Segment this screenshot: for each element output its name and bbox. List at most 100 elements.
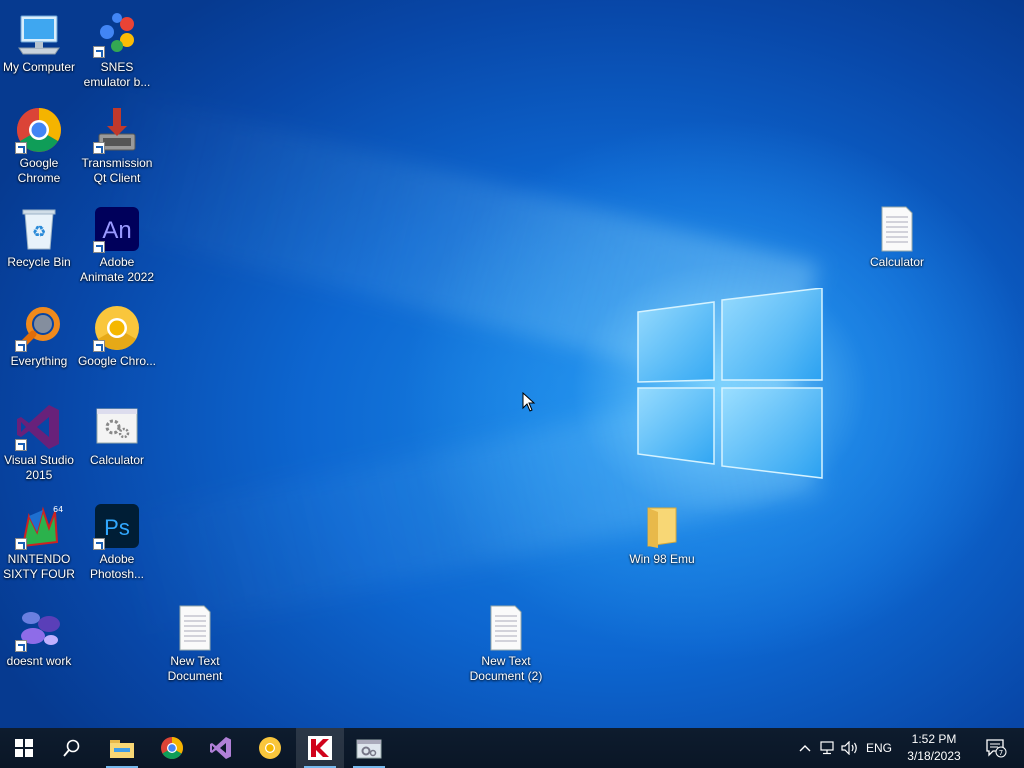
notification-count: 7 — [999, 749, 1003, 757]
adobe-photoshop-icon: Ps — [93, 502, 141, 550]
shortcut-arrow-icon — [15, 640, 27, 652]
kaspersky-icon — [308, 736, 332, 760]
folder-icon — [638, 502, 686, 550]
animate-glyph: An — [102, 217, 131, 244]
computer-icon — [15, 10, 63, 58]
shortcut-arrow-icon — [15, 538, 27, 550]
app-window-icon — [356, 739, 382, 759]
taskbar-chrome-canary[interactable] — [246, 728, 294, 768]
shortcut-arrow-icon — [15, 142, 27, 154]
show-hidden-icons-button[interactable] — [794, 728, 816, 768]
volume-control[interactable] — [838, 728, 862, 768]
search-icon — [63, 739, 80, 757]
transmission-icon — [93, 106, 141, 154]
desktop-icon-adobe-photoshop[interactable]: Ps Adobe Photosh... — [77, 502, 157, 582]
desktop-icon-doesnt-work[interactable]: doesnt work — [0, 604, 79, 669]
system-tray: ENG 1:52 PM 3/18/2023 7 — [794, 728, 1024, 768]
input-language[interactable]: ENG — [862, 728, 896, 768]
desktop-icon-adobe-animate[interactable]: An Adobe Animate 2022 — [77, 205, 157, 285]
desktop-icon-win98-emu[interactable]: Win 98 Emu — [622, 502, 702, 567]
taskbar-app-window[interactable] — [345, 728, 393, 768]
visual-studio-icon — [210, 737, 231, 759]
taskbar-visual-studio[interactable] — [197, 728, 245, 768]
shortcut-arrow-icon — [93, 142, 105, 154]
text-document-icon — [873, 205, 921, 253]
chrome-canary-icon — [259, 737, 281, 759]
chrome-icon — [15, 106, 63, 154]
network-status[interactable] — [816, 728, 838, 768]
taskbar: ENG 1:52 PM 3/18/2023 7 — [0, 728, 1024, 768]
network-icon — [820, 741, 834, 755]
icon-label: Google Chro... — [77, 354, 157, 368]
photoshop-glyph: Ps — [104, 515, 130, 540]
icon-label: Adobe Photosh... — [89, 552, 145, 581]
desktop-icon-snes[interactable]: SNES emulator b... — [77, 10, 157, 90]
adobe-animate-icon: An — [93, 205, 141, 253]
icon-label: Recycle Bin — [7, 255, 71, 269]
windows-start-icon — [15, 739, 33, 757]
search-button[interactable] — [48, 728, 96, 768]
taskbar-file-explorer[interactable] — [98, 728, 146, 768]
icon-label: Calculator — [89, 453, 145, 467]
everything-search-icon — [15, 304, 63, 352]
svg-text:64: 64 — [53, 505, 63, 514]
visual-studio-icon — [15, 403, 63, 451]
desktop[interactable]: My Computer Google Chrome ♻ Recycle Bin — [0, 0, 1024, 728]
chrome-icon — [161, 737, 183, 759]
desktop-icon-recycle-bin[interactable]: ♻ Recycle Bin — [0, 205, 79, 270]
icon-label: Transmission Qt Client — [81, 156, 153, 185]
text-document-icon — [482, 604, 530, 652]
desktop-icon-my-computer[interactable]: My Computer — [0, 10, 79, 75]
desktop-icon-transmission[interactable]: Transmission Qt Client — [77, 106, 157, 186]
nintendo-64-icon: 64 — [15, 502, 63, 550]
desktop-icon-nintendo[interactable]: 64 NINTENDO SIXTY FOUR — [0, 502, 79, 582]
settings-app-icon — [93, 403, 141, 451]
desktop-icon-google-chrome[interactable]: Google Chrome — [0, 106, 79, 186]
shortcut-arrow-icon — [15, 340, 27, 352]
language-label: ENG — [865, 741, 892, 755]
emulator-disc-icon — [15, 604, 63, 652]
start-button[interactable] — [0, 728, 48, 768]
icon-label: New Text Document — [167, 654, 223, 683]
taskbar-kaspersky[interactable] — [296, 728, 344, 768]
recycle-bin-icon: ♻ — [15, 205, 63, 253]
icon-label: Adobe Animate 2022 — [79, 255, 155, 284]
clock-date: 3/18/2023 — [907, 749, 961, 763]
icon-label: Visual Studio 2015 — [4, 453, 74, 482]
icon-label: SNES emulator b... — [83, 60, 151, 89]
svg-text:♻: ♻ — [32, 222, 46, 241]
desktop-icon-new-text-document[interactable]: New Text Document — [155, 604, 235, 684]
icon-label: My Computer — [2, 60, 76, 74]
desktop-icon-visual-studio[interactable]: Visual Studio 2015 — [0, 403, 79, 483]
desktop-icon-new-text-document-2[interactable]: New Text Document (2) — [466, 604, 546, 684]
volume-icon — [841, 741, 857, 755]
icon-label: Google Chrome — [17, 156, 61, 185]
desktop-icon-calculator-right[interactable]: Calculator — [857, 205, 937, 270]
desktop-icon-everything[interactable]: Everything — [0, 304, 79, 369]
shortcut-arrow-icon — [93, 538, 105, 550]
taskbar-chrome[interactable] — [148, 728, 196, 768]
mouse-cursor-icon — [522, 392, 536, 412]
icon-label: NINTENDO SIXTY FOUR — [3, 552, 75, 581]
clock-time: 1:52 PM — [911, 732, 957, 746]
icon-label: Everything — [10, 354, 68, 368]
notification-icon: 7 — [986, 739, 1007, 758]
chevron-up-icon — [799, 745, 811, 752]
text-document-icon — [171, 604, 219, 652]
shortcut-arrow-icon — [93, 340, 105, 352]
snes-emulator-icon — [93, 10, 141, 58]
action-center-button[interactable]: 7 — [972, 728, 1020, 768]
icon-label: Win 98 Emu — [629, 552, 695, 566]
windows-logo-wallpaper — [637, 288, 823, 479]
chrome-canary-icon — [93, 304, 141, 352]
icon-label: Calculator — [869, 255, 925, 269]
file-explorer-icon — [110, 740, 134, 758]
icon-label: New Text Document (2) — [469, 654, 543, 683]
clock[interactable]: 1:52 PM 3/18/2023 — [898, 728, 970, 768]
icon-label: doesnt work — [6, 654, 72, 668]
shortcut-arrow-icon — [93, 241, 105, 253]
desktop-icon-google-chrome-canary[interactable]: Google Chro... — [77, 304, 157, 369]
shortcut-arrow-icon — [93, 46, 105, 58]
desktop-icon-calculator-left[interactable]: Calculator — [77, 403, 157, 468]
shortcut-arrow-icon — [15, 439, 27, 451]
